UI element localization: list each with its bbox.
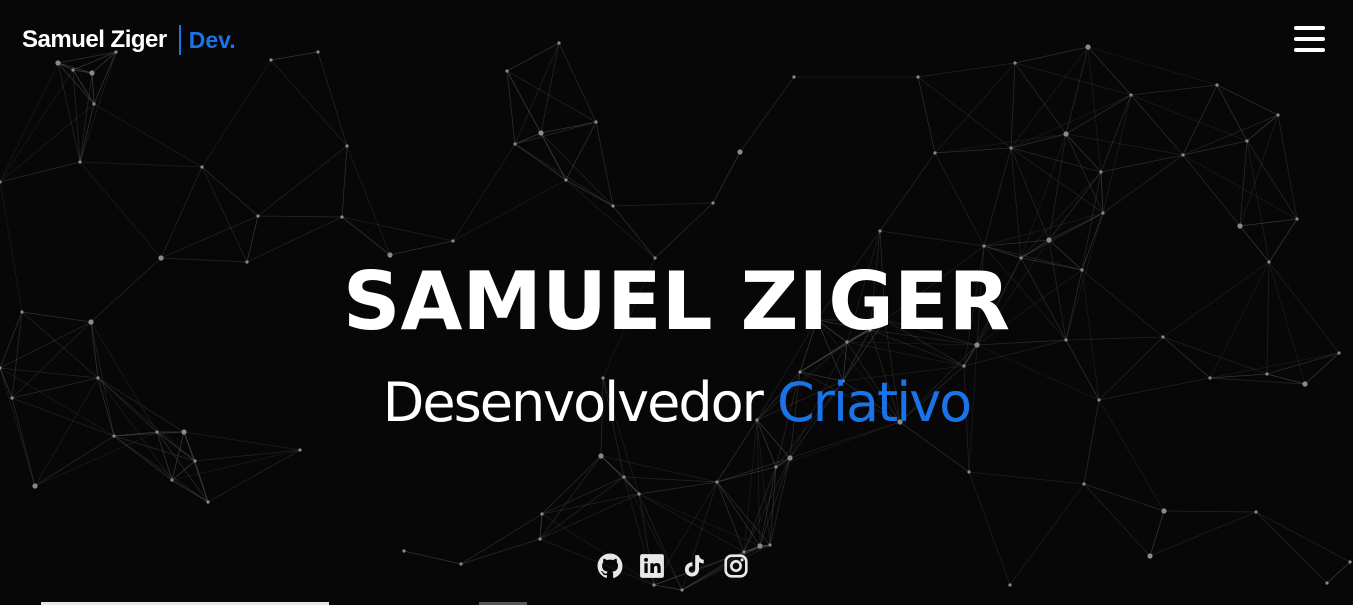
- brand-logo-link[interactable]: Samuel Ziger Dev.: [22, 24, 236, 56]
- instagram-icon: [724, 554, 748, 578]
- hero-subtitle-accent: Criativo: [777, 371, 972, 434]
- tiktok-icon: [684, 555, 704, 577]
- hero-title: SAMUEL ZIGER: [342, 255, 1011, 348]
- brand-separator: [178, 25, 181, 55]
- brand-suffix: Dev.: [188, 26, 236, 53]
- github-icon: [597, 553, 623, 579]
- hamburger-menu-icon[interactable]: [1294, 26, 1325, 52]
- linkedin-link[interactable]: [639, 553, 665, 579]
- github-link[interactable]: [597, 553, 623, 579]
- linkedin-icon: [640, 554, 664, 578]
- tiktok-link[interactable]: [681, 553, 707, 579]
- hero-subtitle: Desenvolvedor Criativo: [0, 370, 1353, 436]
- hero-page: Samuel Ziger Dev. SAMUEL ZIGER Desenvolv…: [0, 0, 1353, 605]
- instagram-link[interactable]: [723, 553, 749, 579]
- brand-name: Samuel Ziger: [22, 26, 167, 53]
- social-links: [597, 553, 749, 579]
- hero-subtitle-main: Desenvolvedor: [382, 371, 764, 434]
